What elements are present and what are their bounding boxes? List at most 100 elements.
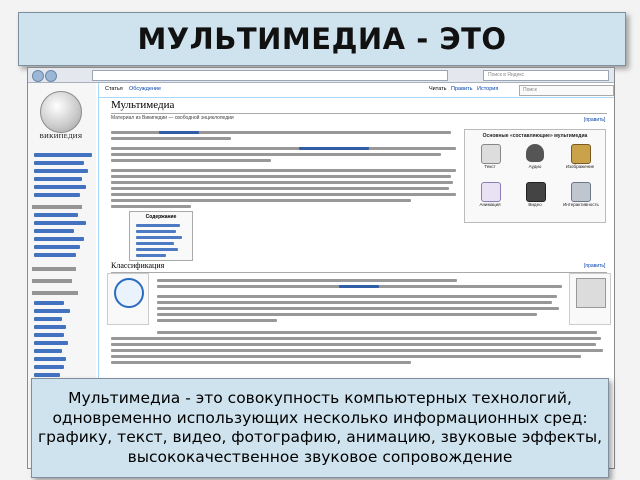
paragraph-line (111, 181, 453, 184)
arrows-icon[interactable] (576, 278, 606, 308)
sidebar-link[interactable] (34, 177, 82, 181)
paragraph-line (157, 319, 277, 322)
paragraph-line (111, 187, 449, 190)
paragraph-line (111, 175, 451, 178)
paragraph-line (157, 331, 597, 334)
slide: МУЛЬТИМЕДИА - ЭТО Поиск в Яндекс ВИКИПЕД… (0, 0, 640, 480)
inline-link[interactable] (339, 285, 379, 288)
tab-discussion[interactable]: Обсуждение (129, 86, 161, 92)
paragraph-line (111, 193, 456, 196)
headphones-icon[interactable] (526, 144, 544, 162)
title-divider (111, 113, 607, 114)
clock-figure (107, 273, 149, 325)
sidebar-language-link[interactable] (34, 365, 64, 369)
media-label-image: Изображение (565, 164, 595, 169)
section-divider (111, 272, 607, 273)
paragraph-line (111, 355, 581, 358)
article-edit-link[interactable]: [править] (584, 117, 605, 123)
wiki-search-input[interactable]: Поиск (519, 85, 614, 96)
sidebar-link[interactable] (34, 153, 92, 157)
sidebar-language-link[interactable] (34, 373, 60, 377)
article-subtitle: Материал из Википедии — свободной энцикл… (111, 115, 234, 121)
sidebar-link[interactable] (34, 185, 86, 189)
animation-icon[interactable] (481, 182, 501, 202)
paragraph-line (111, 199, 411, 202)
paragraph-line (111, 343, 596, 346)
paragraph-line (111, 337, 601, 340)
paragraph-line (111, 153, 441, 156)
toc-item[interactable] (136, 254, 166, 257)
toc-item[interactable] (136, 224, 180, 227)
sidebar-language-link[interactable] (34, 301, 64, 305)
toc-item[interactable] (136, 230, 176, 233)
forward-icon[interactable] (45, 70, 57, 82)
clock-icon[interactable] (114, 278, 144, 308)
interactivity-icon[interactable] (571, 182, 591, 202)
sidebar-language-link[interactable] (34, 309, 70, 313)
sidebar-link[interactable] (34, 229, 74, 233)
definition-text: Мультимедиа - это совокупность компьютер… (37, 389, 603, 466)
paragraph-line (111, 205, 191, 208)
toc-title: Содержание (145, 214, 177, 220)
video-camera-icon[interactable] (526, 182, 546, 202)
paragraph-line (111, 159, 271, 162)
tab-read[interactable]: Читать (429, 86, 447, 92)
sidebar-link[interactable] (34, 253, 76, 257)
sidebar-language-link[interactable] (34, 349, 62, 353)
sidebar-language-link[interactable] (34, 341, 68, 345)
sidebar-link[interactable] (34, 169, 88, 173)
media-box-title: Основные «составляющие» мультимедиа (482, 133, 588, 139)
sidebar-link[interactable] (34, 237, 84, 241)
sidebar-link[interactable] (34, 161, 84, 165)
paragraph-line (111, 147, 456, 150)
sidebar-link[interactable] (34, 221, 86, 225)
sidebar-section-heading[interactable] (32, 205, 82, 209)
tab-history[interactable]: История (477, 86, 498, 92)
sidebar-language-link[interactable] (34, 317, 62, 321)
paragraph-line (157, 301, 552, 304)
sidebar-language-link[interactable] (34, 357, 66, 361)
address-bar[interactable] (92, 70, 448, 81)
paragraph-line (111, 349, 603, 352)
toc-item[interactable] (136, 236, 182, 239)
toc-item[interactable] (136, 242, 174, 245)
paragraph-line (111, 361, 411, 364)
article-title: Мультимедиа (111, 99, 175, 111)
media-components-box: Основные «составляющие» мультимедиа Текс… (464, 129, 606, 223)
wikipedia-logo-icon[interactable] (40, 91, 82, 133)
paragraph-line (157, 279, 457, 282)
sidebar-language-link[interactable] (34, 333, 64, 337)
toc-item[interactable] (136, 248, 178, 251)
definition-box: Мультимедиа - это совокупность компьютер… (31, 378, 609, 478)
paragraph-line (157, 313, 537, 316)
text-icon[interactable] (481, 144, 501, 164)
picture-icon[interactable] (571, 144, 591, 164)
sidebar-language-link[interactable] (34, 325, 66, 329)
paragraph-line (157, 307, 559, 310)
media-label-text: Текст (484, 164, 496, 169)
inline-link[interactable] (159, 131, 199, 134)
sidebar-link[interactable] (34, 245, 80, 249)
navigation-figure (569, 273, 611, 325)
sidebar-section-heading[interactable] (32, 279, 72, 283)
section-heading: Классификация (111, 261, 165, 270)
media-label-video: Видео (528, 202, 542, 207)
wiki-tabs: Статья Обсуждение Читать Править История… (99, 83, 614, 98)
table-of-contents: Содержание (129, 211, 193, 261)
tab-edit[interactable]: Править (451, 86, 472, 92)
paragraph-line (157, 295, 557, 298)
back-icon[interactable] (32, 70, 44, 82)
browser-toolbar: Поиск в Яндекс (28, 68, 614, 83)
browser-search-input[interactable]: Поиск в Яндекс (483, 70, 609, 81)
section-edit-link[interactable]: [править] (584, 263, 605, 269)
tab-article[interactable]: Статья (105, 86, 123, 92)
media-label-animation: Анимация (479, 202, 501, 207)
sidebar-section-heading[interactable] (32, 267, 76, 271)
sidebar-link[interactable] (34, 213, 78, 217)
sidebar-link[interactable] (34, 193, 80, 197)
slide-title-banner: МУЛЬТИМЕДИА - ЭТО (18, 12, 626, 66)
sidebar-section-heading[interactable] (32, 291, 78, 295)
wikipedia-logo-text: ВИКИПЕДИЯ (39, 133, 83, 140)
inline-link[interactable] (299, 147, 369, 150)
media-label-interactivity: Интерактивность (563, 202, 599, 207)
